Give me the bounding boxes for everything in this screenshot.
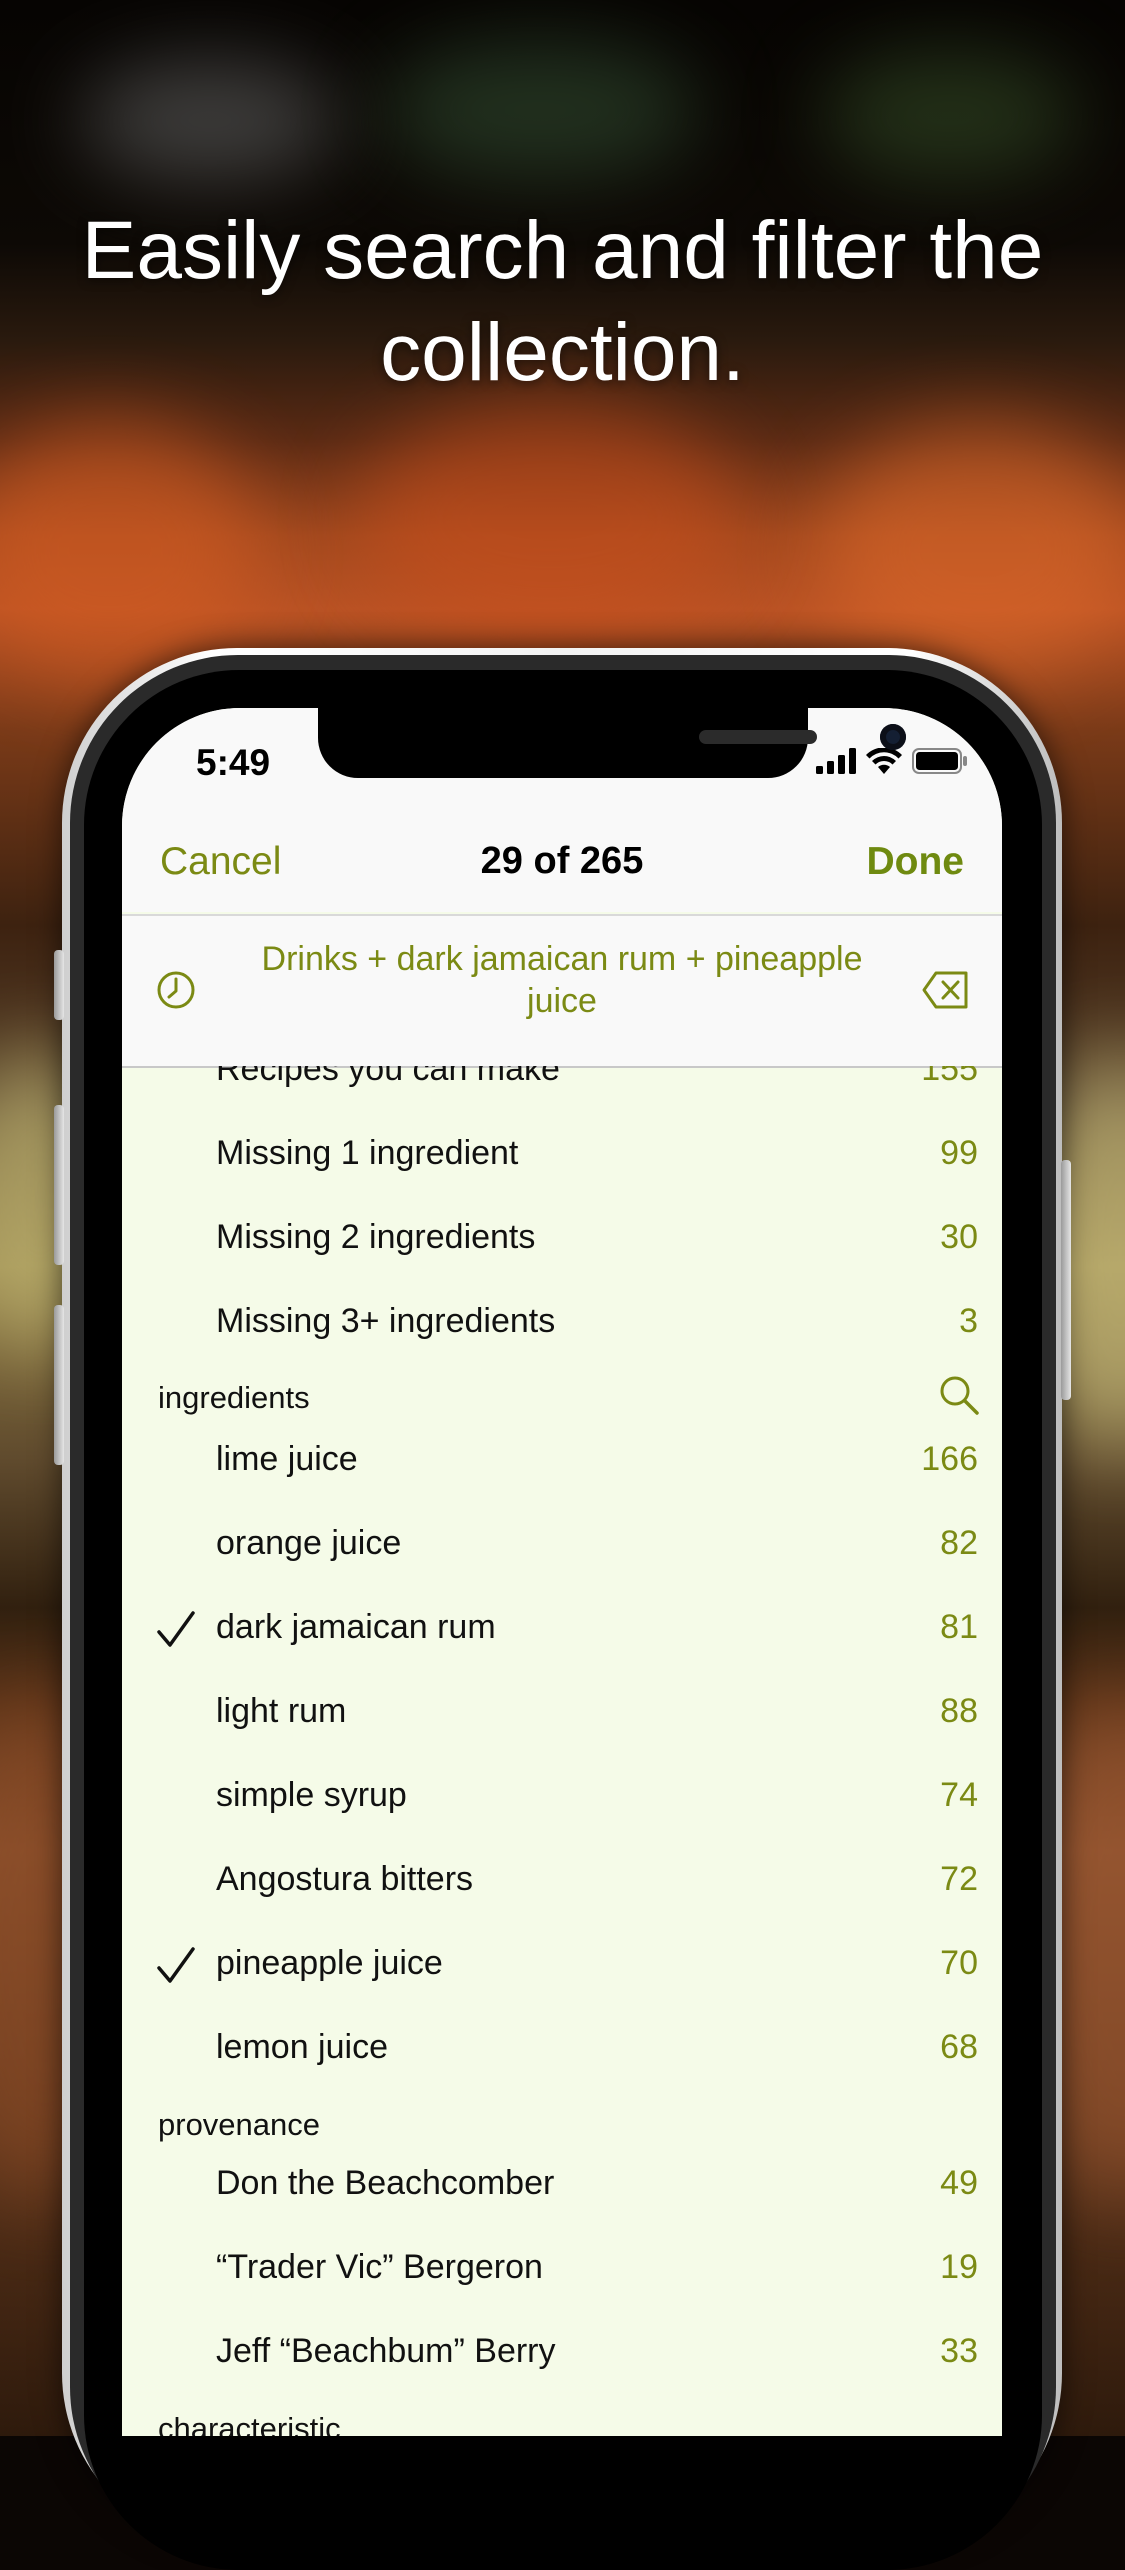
- row-count: 166: [921, 1440, 978, 1478]
- list-item-orange-juice[interactable]: orange juice 82: [122, 1504, 1002, 1588]
- row-count: 74: [940, 1776, 978, 1814]
- notch: [318, 708, 906, 778]
- list-item-angostura-bitters[interactable]: Angostura bitters 72: [122, 1840, 1002, 1924]
- row-count: 68: [940, 2028, 978, 2066]
- row-label: Don the Beachcomber: [216, 2164, 555, 2202]
- row-label: Missing 3+ ingredients: [216, 1302, 556, 1340]
- navigation-bar: Cancel 29 of 265 Done: [122, 818, 1002, 912]
- list-item-simple-syrup[interactable]: simple syrup 74: [122, 1756, 1002, 1840]
- row-label: Angostura bitters: [216, 1860, 474, 1898]
- row-count: 3: [959, 1302, 978, 1340]
- row-label: pineapple juice: [216, 1944, 443, 1982]
- list-item-pineapple-juice[interactable]: pineapple juice 70: [122, 1924, 1002, 2008]
- list-item-lemon-juice[interactable]: lemon juice 68: [122, 2008, 1002, 2092]
- section-header-characteristic: characteristic: [158, 2411, 341, 2436]
- row-count: 30: [940, 1218, 978, 1256]
- list-item-missing-2[interactable]: Missing 2 ingredients 30: [122, 1198, 1002, 1282]
- section-header-provenance: provenance: [158, 2107, 321, 2142]
- section-header-ingredients: ingredients: [158, 1380, 310, 1415]
- row-count: 19: [940, 2248, 978, 2286]
- list-item-recipes-you-can-make[interactable]: Recipes you can make 155: [122, 1066, 1002, 1114]
- list-item-jeff-beachbum-berry[interactable]: Jeff “Beachbum” Berry 33: [122, 2312, 1002, 2396]
- row-count: 99: [940, 1134, 978, 1172]
- row-label: Missing 2 ingredients: [216, 1218, 536, 1256]
- volume-down-button: [54, 1305, 64, 1465]
- speaker-grille: [699, 730, 817, 744]
- row-count: 88: [940, 1692, 978, 1730]
- list-item-trader-vic[interactable]: “Trader Vic” Bergeron 19: [122, 2228, 1002, 2312]
- wifi-icon: [866, 748, 902, 774]
- promo-headline: Easily search and filter the collection.: [81, 205, 1044, 398]
- row-label: orange juice: [216, 1524, 402, 1562]
- filter-list: Recipes you can make 155 Missing 1 ingre…: [122, 1066, 1002, 2436]
- cancel-button[interactable]: Cancel: [160, 840, 281, 884]
- row-label: Recipes you can make: [216, 1066, 560, 1088]
- list-item-lime-juice[interactable]: lime juice 166: [122, 1420, 1002, 1504]
- list-item-light-rum[interactable]: light rum 88: [122, 1672, 1002, 1756]
- done-button[interactable]: Done: [867, 840, 965, 884]
- row-label: Missing 1 ingredient: [216, 1134, 519, 1172]
- list-item-missing-3-plus[interactable]: Missing 3+ ingredients 3: [122, 1282, 1002, 1366]
- filter-summary: Drinks + dark jamaican rum + pineapple j…: [261, 940, 863, 1020]
- front-camera: [880, 724, 906, 750]
- row-label: simple syrup: [216, 1776, 407, 1814]
- checkmark-icon: [157, 1611, 195, 1647]
- list-item-dark-jamaican-rum[interactable]: dark jamaican rum 81: [122, 1588, 1002, 1672]
- active-filter-bar: Drinks + dark jamaican rum + pineapple j…: [122, 914, 1002, 1068]
- clock-icon[interactable]: [156, 970, 196, 1010]
- row-label: lemon juice: [216, 2028, 388, 2066]
- row-label: dark jamaican rum: [216, 1608, 496, 1646]
- battery-icon: [912, 748, 967, 774]
- row-count: 33: [940, 2332, 978, 2370]
- row-label: light rum: [216, 1692, 347, 1730]
- row-count: 81: [940, 1608, 978, 1646]
- list-item-missing-1[interactable]: Missing 1 ingredient 99: [122, 1114, 1002, 1198]
- list-item-don-the-beachcomber[interactable]: Don the Beachcomber 49: [122, 2144, 1002, 2228]
- status-time: 5:49: [196, 742, 271, 783]
- search-icon[interactable]: [938, 1374, 980, 1416]
- phone-screen: 5:49 Cancel 29 of 265 Done Drinks + dark…: [122, 708, 1002, 2436]
- signal-icon: [816, 748, 856, 774]
- row-count: 155: [921, 1066, 978, 1088]
- clear-filter-icon[interactable]: [922, 970, 970, 1010]
- mute-switch: [54, 950, 64, 1020]
- volume-up-button: [54, 1105, 64, 1265]
- row-label: Jeff “Beachbum” Berry: [216, 2332, 556, 2370]
- row-count: 82: [940, 1524, 978, 1562]
- row-count: 70: [940, 1944, 978, 1982]
- row-label: lime juice: [216, 1440, 358, 1478]
- row-count: 72: [940, 1860, 978, 1898]
- checkmark-icon: [157, 1947, 195, 1983]
- row-label: “Trader Vic” Bergeron: [216, 2248, 543, 2286]
- power-button: [1061, 1160, 1071, 1400]
- row-count: 49: [940, 2164, 978, 2202]
